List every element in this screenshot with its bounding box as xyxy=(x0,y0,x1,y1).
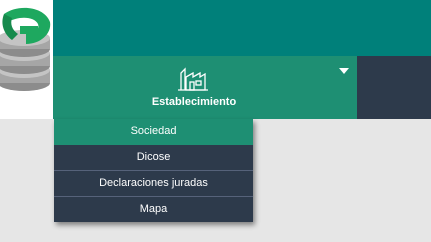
caret-down-icon[interactable] xyxy=(339,68,349,76)
nav-item-next[interactable] xyxy=(357,56,431,119)
menu-item-dicose[interactable]: Dicose xyxy=(54,145,253,171)
menu-item-declaraciones-juradas[interactable]: Declaraciones juradas xyxy=(54,171,253,197)
nav-item-establecimiento[interactable]: Establecimiento xyxy=(53,56,357,119)
header-bar xyxy=(53,0,431,56)
menu-item-sociedad[interactable]: Sociedad xyxy=(54,119,253,145)
nav-item-label: Establecimiento xyxy=(151,96,237,108)
building-icon xyxy=(178,67,208,91)
app-logo[interactable] xyxy=(0,0,53,119)
menu-item-mapa[interactable]: Mapa xyxy=(54,197,253,222)
dropdown-menu: Sociedad Dicose Declaraciones juradas Ma… xyxy=(54,119,253,222)
logo-icon xyxy=(0,7,51,91)
